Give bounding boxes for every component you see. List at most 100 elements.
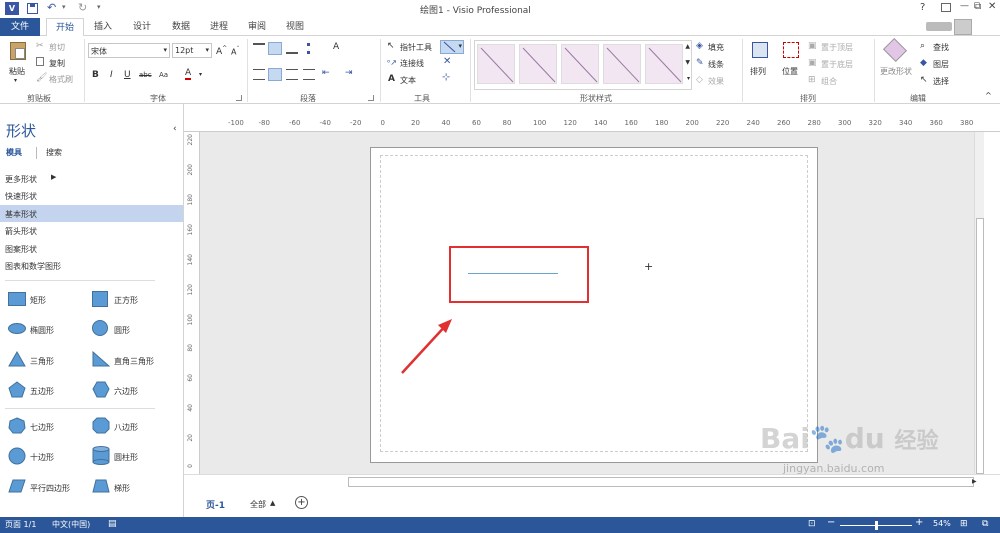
bold-icon[interactable]: B <box>92 70 99 80</box>
tab-home[interactable]: 开始 <box>46 18 84 37</box>
font-dialog-launcher-icon[interactable] <box>236 95 242 101</box>
user-account-name[interactable] <box>926 22 952 31</box>
connector-button[interactable]: 连接线 <box>400 58 424 69</box>
page-indicator[interactable]: 页面 1/1 <box>5 519 36 530</box>
shape-trapezoid[interactable]: 梯形 <box>114 483 130 494</box>
font-name-select[interactable]: 宋体 ▾ <box>88 43 170 58</box>
align-left-icon[interactable] <box>253 69 265 80</box>
zoom-out-button[interactable]: − <box>827 517 835 528</box>
qat-customize-icon[interactable]: ▾ <box>97 3 101 11</box>
language-indicator[interactable]: 中文(中国) <box>52 519 90 530</box>
gallery-scroll-down-icon[interactable]: ▼ <box>685 59 690 66</box>
strikethrough-icon[interactable]: abc <box>139 71 152 79</box>
parallelogram-icon[interactable] <box>8 479 26 493</box>
shape-style-gallery[interactable]: ▲ ▼ ▾ <box>474 40 692 90</box>
presentation-mode-icon[interactable]: ⊡ <box>808 519 816 529</box>
hexagon-icon[interactable] <box>92 381 110 398</box>
vertical-scrollbar[interactable] <box>974 132 984 474</box>
italic-icon[interactable]: I <box>110 70 113 80</box>
effects-button[interactable]: 效果 <box>708 76 724 87</box>
align-middle-icon[interactable] <box>268 42 282 55</box>
shape-style-option[interactable] <box>561 44 599 84</box>
position-button[interactable]: 位置 <box>782 66 798 77</box>
shape-octagon[interactable]: 八边形 <box>114 422 138 433</box>
switch-windows-icon[interactable]: ⧉ <box>982 519 988 529</box>
zoom-slider-thumb[interactable] <box>875 521 878 530</box>
category-quick-shapes[interactable]: 快速形状 <box>5 191 37 202</box>
text-tool-button[interactable]: 文本 <box>400 75 416 86</box>
shape-right-triangle[interactable]: 直角三角形 <box>114 356 154 367</box>
shape-triangle[interactable]: 三角形 <box>30 356 54 367</box>
line-button[interactable]: 线条 <box>708 59 724 70</box>
group-button[interactable]: 组合 <box>821 76 837 87</box>
fit-page-icon[interactable]: ⊞ <box>960 519 968 529</box>
category-more-shapes[interactable]: 更多形状 <box>5 174 37 185</box>
paste-icon[interactable] <box>10 42 26 60</box>
drawn-line-shape[interactable] <box>468 273 558 274</box>
right-triangle-icon[interactable] <box>92 351 110 367</box>
bullets-icon[interactable] <box>307 43 319 54</box>
shape-circle[interactable]: 圆形 <box>114 325 130 336</box>
user-avatar[interactable] <box>954 19 972 35</box>
fill-button[interactable]: 填充 <box>708 42 724 53</box>
bring-front-button[interactable]: 置于顶层 <box>821 42 853 53</box>
circle-icon[interactable] <box>92 320 108 336</box>
ribbon-display-icon[interactable] <box>941 3 951 12</box>
shrink-font-icon[interactable]: Aˇ <box>231 46 239 57</box>
tab-insert[interactable]: 插入 <box>88 18 118 36</box>
shape-pentagon[interactable]: 五边形 <box>30 386 54 397</box>
text-direction-icon[interactable]: A <box>333 42 339 52</box>
connection-point-icon[interactable]: ⊹ <box>442 72 450 83</box>
font-color-dropdown-icon[interactable]: ▾ <box>199 71 202 78</box>
category-arrow-shapes[interactable]: 箭头形状 <box>5 226 37 237</box>
collapse-pane-icon[interactable]: ‹ <box>173 124 177 134</box>
gallery-more-icon[interactable]: ▾ <box>687 75 690 82</box>
paragraph-dialog-launcher-icon[interactable] <box>368 95 374 101</box>
shape-decagon[interactable]: 十边形 <box>30 452 54 463</box>
tab-process[interactable]: 进程 <box>204 18 234 36</box>
triangle-icon[interactable] <box>8 351 26 367</box>
grow-font-icon[interactable]: A^ <box>216 45 227 57</box>
category-graph-math[interactable]: 图表和数学图形 <box>5 261 61 272</box>
align-center-icon[interactable] <box>268 68 282 81</box>
shape-heptagon[interactable]: 七边形 <box>30 422 54 433</box>
close-icon[interactable]: ✕ <box>443 56 451 67</box>
cut-button[interactable]: 剪切 <box>49 42 65 53</box>
save-icon[interactable] <box>27 3 38 14</box>
add-page-button[interactable]: + <box>295 496 308 509</box>
shape-style-option[interactable] <box>519 44 557 84</box>
decagon-icon[interactable] <box>8 447 26 465</box>
category-basic-shapes[interactable]: 基本形状 <box>5 209 37 220</box>
shape-hexagon[interactable]: 六边形 <box>114 386 138 397</box>
layers-button[interactable]: 图层 <box>933 59 949 70</box>
tab-file[interactable]: 文件 <box>0 18 40 36</box>
pointer-tool-button[interactable]: 指针工具 <box>400 42 432 53</box>
close-button[interactable]: ✕ <box>988 1 996 12</box>
paste-button[interactable]: 粘贴 <box>9 66 25 77</box>
redo-icon[interactable]: ↻ <box>78 1 87 14</box>
scroll-thumb[interactable] <box>976 218 984 474</box>
tab-stencils[interactable]: 模具 <box>6 147 22 158</box>
zoom-in-button[interactable]: + <box>915 517 923 528</box>
tab-search[interactable]: 搜索 <box>46 147 62 158</box>
tab-review[interactable]: 审阅 <box>242 18 272 36</box>
select-button[interactable]: 选择 <box>933 76 949 87</box>
rectangle-icon[interactable] <box>8 292 26 306</box>
copy-button[interactable]: 复制 <box>49 58 65 69</box>
undo-icon[interactable]: ↶ <box>47 1 56 14</box>
shape-ellipse[interactable]: 椭圆形 <box>30 325 54 336</box>
tab-design[interactable]: 设计 <box>127 18 157 36</box>
ellipse-icon[interactable] <box>8 323 26 334</box>
arrange-button[interactable]: 排列 <box>750 66 766 77</box>
restore-button[interactable]: ⧉ <box>974 1 981 12</box>
find-button[interactable]: 查找 <box>933 42 949 53</box>
macro-record-icon[interactable]: ▤ <box>108 519 117 529</box>
category-decorative-shapes[interactable]: 图案形状 <box>5 244 37 255</box>
page-tab-1[interactable]: 页-1 <box>206 498 225 511</box>
shape-square[interactable]: 正方形 <box>114 295 138 306</box>
shape-style-option[interactable] <box>645 44 683 84</box>
square-icon[interactable] <box>92 291 108 307</box>
trapezoid-icon[interactable] <box>92 479 110 493</box>
font-color-icon[interactable]: A <box>185 68 192 80</box>
decrease-indent-icon[interactable]: ⇤ <box>322 68 330 78</box>
